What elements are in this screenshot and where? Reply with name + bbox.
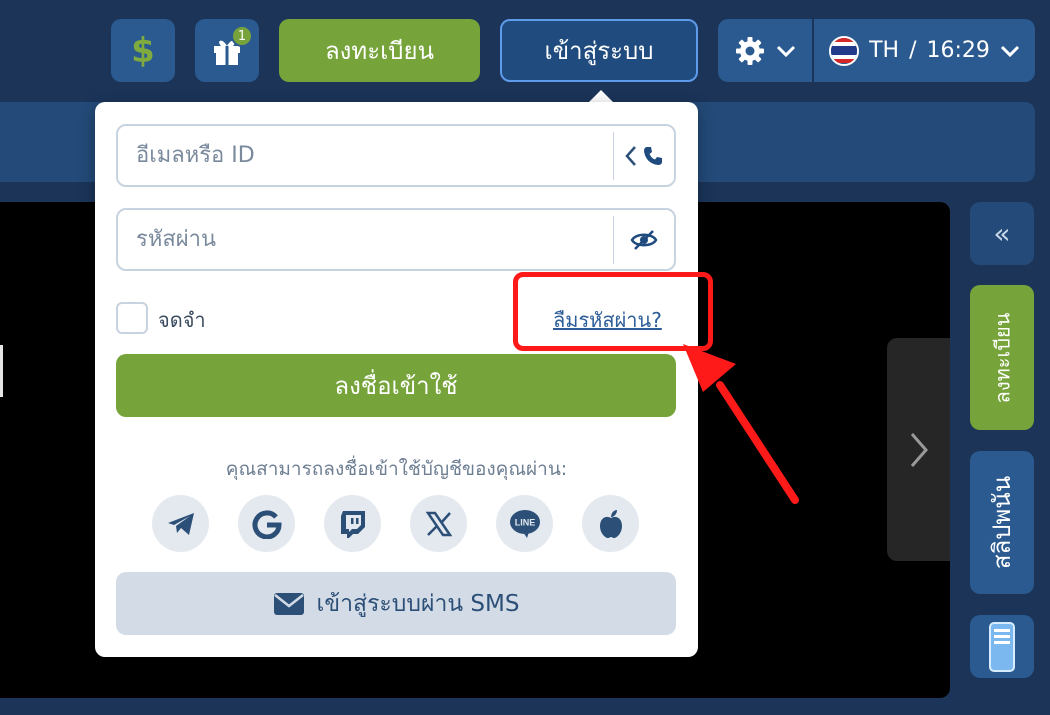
sign-in-button[interactable]: ลงชื่อเข้าใช้ [116, 354, 676, 417]
google-login-button[interactable] [238, 495, 295, 552]
sidebar-betslip-label: สลิปพนัน [988, 475, 1017, 570]
chevron-down-icon [776, 45, 796, 57]
gift-count-badge: 1 [231, 25, 253, 47]
dollar-icon: $ [131, 30, 155, 71]
line-icon: LINE [509, 509, 540, 538]
password-field[interactable] [116, 208, 676, 271]
clock-time: 16:29 [926, 38, 990, 63]
password-input[interactable] [118, 227, 613, 252]
settings-dropdown[interactable] [718, 19, 812, 82]
banner-next-button[interactable] [887, 338, 950, 561]
social-login-list: LINE [152, 495, 639, 552]
email-input[interactable] [118, 143, 613, 168]
twitch-login-button[interactable] [324, 495, 381, 552]
email-field[interactable] [116, 124, 676, 187]
language-code: TH [869, 38, 900, 63]
google-icon [252, 509, 282, 539]
forgot-password-highlight-box [513, 272, 713, 351]
social-login-prompt: คุณสามารถลงชื่อเข้าใช้บัญชีของคุณผ่าน: [225, 458, 568, 480]
login-popup: จดจำ ลืมรหัสผ่าน? ลงชื่อเข้าใช้ คุณสามาร… [95, 102, 698, 657]
apple-login-button[interactable] [582, 495, 639, 552]
double-chevron-left-icon: « [993, 217, 1011, 250]
x-login-button[interactable] [410, 495, 467, 552]
sidebar-mobile-app-button[interactable] [970, 615, 1034, 678]
language-time-dropdown[interactable]: TH / 16:29 [814, 19, 1035, 82]
sidebar-collapse-button[interactable]: « [970, 202, 1034, 265]
login-button[interactable]: เข้าสู่ระบบ [500, 19, 698, 82]
telegram-icon [167, 512, 194, 535]
sidebar-betslip-button[interactable]: สลิปพนัน [970, 451, 1034, 594]
line-login-button[interactable]: LINE [496, 495, 553, 552]
telegram-login-button[interactable] [152, 495, 209, 552]
toggle-password-visibility[interactable] [614, 229, 674, 251]
phone-icon [644, 146, 662, 165]
thai-flag-icon [829, 35, 860, 66]
envelope-icon [273, 592, 304, 615]
lang-separator: / [909, 38, 917, 63]
remember-me-label: จดจำ [158, 308, 206, 332]
sidebar-register-label: ลงทะเบียน [990, 312, 1014, 403]
sidebar-register-button[interactable]: ลงทะเบียน [970, 285, 1034, 430]
gift-button[interactable]: 1 [195, 19, 259, 82]
apple-icon [599, 509, 622, 538]
line-icon-text: LINE [514, 517, 535, 527]
switch-to-phone-toggle[interactable] [614, 145, 674, 167]
wallet-button[interactable]: $ [111, 19, 175, 82]
chevron-right-icon [910, 432, 928, 467]
sms-login-button[interactable]: เข้าสู่ระบบผ่าน SMS [116, 572, 676, 635]
eye-slash-icon [630, 229, 658, 250]
x-icon [425, 511, 452, 536]
gear-icon [736, 36, 764, 65]
register-button[interactable]: ลงทะเบียน [279, 19, 480, 82]
twitch-icon [340, 510, 365, 538]
chevron-left-icon [625, 145, 636, 166]
remember-me-checkbox[interactable] [116, 302, 148, 334]
chevron-down-icon [1000, 45, 1019, 57]
banner-edge-mark [0, 345, 4, 397]
sms-login-label: เข้าสู่ระบบผ่าน SMS [316, 590, 520, 617]
mobile-phone-icon [989, 621, 1015, 672]
